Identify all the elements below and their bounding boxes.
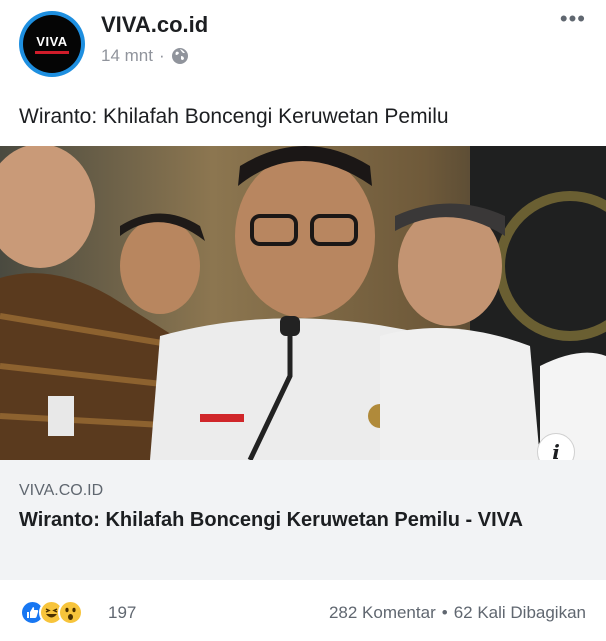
- post-header: VIVA VIVA.co.id 14 mnt · •••: [0, 0, 606, 95]
- meta-separator: ·: [158, 46, 165, 65]
- post-timestamp[interactable]: 14 mnt: [101, 46, 153, 66]
- avatar-logo-text: VIVA: [36, 34, 68, 49]
- comment-count[interactable]: 282 Komentar: [329, 603, 436, 623]
- reactions-bar: 197 282 Komentar • 62 Kali Dibagikan: [0, 590, 606, 635]
- page-name-link[interactable]: VIVA.co.id: [101, 12, 208, 38]
- link-domain: VIVA.CO.ID: [19, 482, 104, 499]
- engagement-stats: 282 Komentar • 62 Kali Dibagikan: [329, 603, 586, 623]
- stats-separator: •: [441, 603, 448, 622]
- page-avatar[interactable]: VIVA: [19, 11, 85, 77]
- avatar-logo: VIVA: [23, 15, 81, 73]
- post-message: Wiranto: Khilafah Boncengi Keruwetan Pem…: [19, 105, 449, 128]
- link-preview-photo[interactable]: [0, 146, 606, 460]
- link-preview-card[interactable]: VIVA.CO.ID Wiranto: Khilafah Boncengi Ke…: [0, 460, 606, 580]
- post-meta: 14 mnt ·: [101, 46, 189, 66]
- more-options-button[interactable]: •••: [560, 8, 586, 30]
- reaction-icons[interactable]: [20, 600, 83, 625]
- wow-icon: [58, 600, 83, 625]
- globe-icon: [171, 47, 189, 65]
- avatar-logo-underline: [35, 51, 69, 54]
- reaction-count[interactable]: 197: [108, 603, 136, 623]
- link-title[interactable]: Wiranto: Khilafah Boncengi Keruwetan Pem…: [19, 507, 589, 534]
- share-count[interactable]: 62 Kali Dibagikan: [454, 603, 586, 623]
